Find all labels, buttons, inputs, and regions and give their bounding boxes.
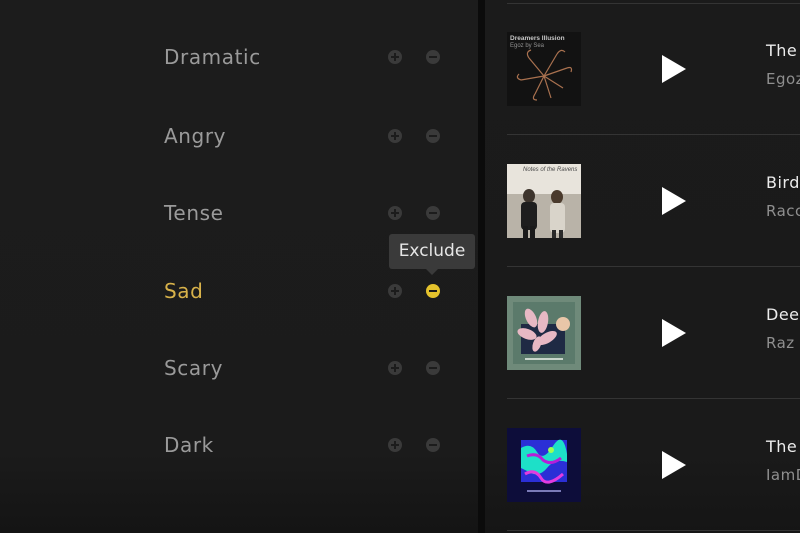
mood-row-sad: Sad [0, 271, 478, 311]
play-button[interactable] [661, 450, 687, 480]
list-divider [507, 398, 800, 399]
mood-row-dark: Dark [0, 425, 478, 465]
mood-label-dramatic[interactable]: Dramatic [164, 37, 261, 77]
exclude-minus-icon[interactable] [426, 129, 440, 143]
album-art-illustration [516, 49, 573, 101]
track-artist[interactable]: IamD [766, 466, 800, 484]
mood-row-dramatic: Dramatic [0, 37, 478, 77]
track-row[interactable]: Notes of the Ravens Bird Racc [485, 164, 800, 264]
exclude-tooltip: Exclude [389, 234, 475, 275]
track-artist[interactable]: Egoz [766, 70, 800, 88]
track-title[interactable]: Dee [766, 305, 800, 324]
mood-row-tense: Tense [0, 193, 478, 233]
mood-row-scary: Scary [0, 348, 478, 388]
play-icon [662, 187, 686, 215]
play-button[interactable] [661, 54, 687, 84]
mood-row-angry: Angry [0, 116, 478, 156]
include-plus-icon[interactable] [388, 206, 402, 220]
album-art [507, 428, 581, 502]
track-artist[interactable]: Raz I [766, 334, 800, 352]
track-artist[interactable]: Racc [766, 202, 800, 220]
include-plus-icon[interactable] [388, 50, 402, 64]
track-row[interactable]: Dreamers Illusion Egoz by Sea The Egoz [485, 32, 800, 132]
exclude-minus-icon[interactable] [426, 361, 440, 375]
mood-label-scary[interactable]: Scary [164, 348, 223, 388]
album-art [507, 296, 581, 370]
include-plus-icon[interactable] [388, 361, 402, 375]
mood-filter-panel: Dramatic Angry Tense Sad Scary Dark Excl… [0, 0, 478, 533]
play-icon [662, 55, 686, 83]
mood-label-sad[interactable]: Sad [164, 271, 203, 311]
album-art-photo [507, 189, 581, 238]
list-divider [507, 266, 800, 267]
track-title[interactable]: The [766, 41, 797, 60]
panel-divider [478, 0, 485, 533]
album-art: Dreamers Illusion Egoz by Sea [507, 32, 581, 106]
mood-label-tense[interactable]: Tense [164, 193, 224, 233]
mood-label-dark[interactable]: Dark [164, 425, 214, 465]
list-divider [507, 530, 800, 531]
track-title[interactable]: Bird [766, 173, 800, 192]
include-plus-icon[interactable] [388, 438, 402, 452]
mood-label-angry[interactable]: Angry [164, 116, 226, 156]
exclude-minus-icon[interactable] [426, 206, 440, 220]
album-art-illustration [513, 302, 575, 364]
album-art-illustration [521, 439, 567, 492]
play-icon [662, 451, 686, 479]
exclude-minus-icon[interactable] [426, 50, 440, 64]
album-art: Notes of the Ravens [507, 164, 581, 238]
play-icon [662, 319, 686, 347]
list-divider [507, 134, 800, 135]
play-button[interactable] [661, 318, 687, 348]
exclude-minus-icon[interactable] [426, 284, 440, 298]
play-button[interactable] [661, 186, 687, 216]
include-plus-icon[interactable] [388, 129, 402, 143]
include-plus-icon[interactable] [388, 284, 402, 298]
track-row[interactable]: The IamD [485, 428, 800, 528]
exclude-minus-icon[interactable] [426, 438, 440, 452]
track-row[interactable]: Dee Raz I [485, 296, 800, 396]
track-title[interactable]: The [766, 437, 797, 456]
track-list: Dreamers Illusion Egoz by Sea The Egoz N… [485, 0, 800, 533]
list-divider [507, 3, 800, 4]
